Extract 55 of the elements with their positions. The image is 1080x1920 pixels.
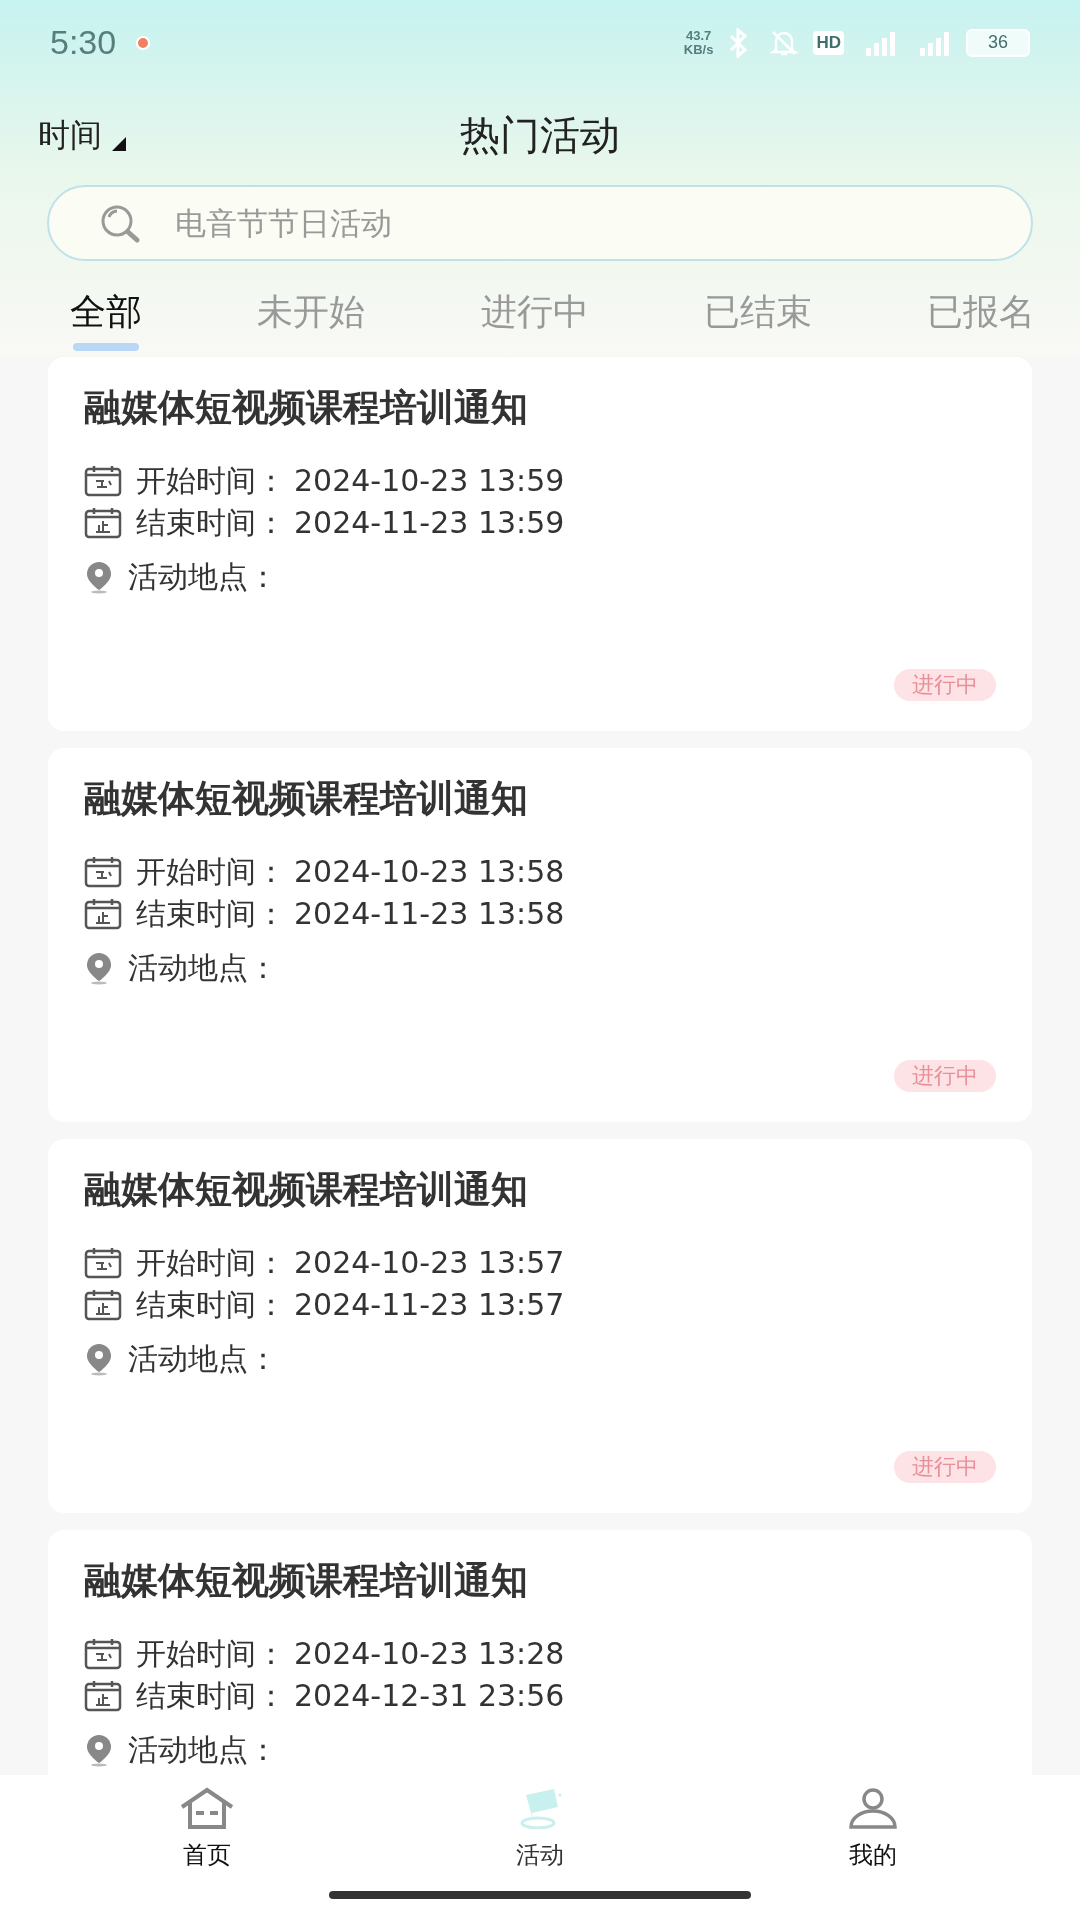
calendar-start-icon [84,856,122,888]
date-value: 2024-11-23 13:59 [294,504,565,542]
date-value: 2024-12-31 23:56 [294,1677,565,1715]
status-time: 5:30 [50,22,117,63]
field-label: 结束时间： [136,1677,286,1715]
date-value: 2024-10-23 13:57 [294,1244,565,1282]
date-value: 2024-11-23 13:57 [294,1286,565,1324]
date-value: 2024-10-23 13:28 [294,1635,565,1673]
time-filter[interactable]: 时间 [38,111,126,159]
search-field[interactable]: 电音节节日活动 [175,199,981,247]
calendar-end-icon [84,1680,122,1712]
field-label: 活动地点： [128,558,278,596]
activity-title: 融媒体短视频课程培训通知 [84,1167,529,1213]
date-value: 2024-10-23 13:59 [294,462,565,500]
location-pin-icon [84,1733,114,1767]
status-tag: 进行中 [894,1451,996,1483]
page-title: 热门活动 [460,111,620,160]
battery-icon: 36 [966,28,1030,57]
activity-title: 融媒体短视频课程培训通知 [84,1558,529,1604]
location-pin-icon [84,951,114,985]
field-label: 结束时间： [136,504,286,542]
activity-title: 融媒体短视频课程培训通知 [84,385,529,431]
field-label: 活动地点： [128,949,278,987]
field-label: 开始时间： [136,1635,286,1673]
nav-tab[interactable]: 首页 [106,1787,307,1873]
notification-icon [136,35,151,50]
house-icon [178,1787,235,1829]
field-label: 结束时间： [136,1286,286,1324]
field-label: 结束时间： [136,895,286,933]
search-bar[interactable]: 电音节节日活动 [47,185,1033,261]
calendar-start-icon [84,1247,122,1279]
caret-icon [112,137,126,151]
nav-tab[interactable]: 活动 [440,1787,640,1873]
field-label: 活动地点： [128,1340,278,1378]
activity-title: 融媒体短视频课程培训通知 [84,776,529,822]
calendar-end-icon [84,1289,122,1321]
field-label: 开始时间： [136,462,286,500]
field-label: 开始时间： [136,1244,286,1282]
date-value: 2024-11-23 13:58 [294,895,565,933]
date-value: 2024-10-23 13:58 [294,853,565,891]
calendar-end-icon [84,507,122,539]
hd-icon: HD [813,30,844,55]
filter-tab[interactable]: 全部 [70,275,142,355]
location-pin-icon [84,560,114,594]
nav-tab[interactable]: 我的 [773,1787,974,1873]
field-label: 开始时间： [136,853,286,891]
calendar-end-icon [84,898,122,930]
status-tag: 进行中 [894,669,996,701]
calendar-start-icon [84,465,122,497]
bluetooth-icon [727,27,750,58]
calendar-start-icon [84,1638,122,1670]
location-pin-icon [84,1342,114,1376]
status-tag: 进行中 [894,1060,996,1092]
network-speed: 43.7 KB/s [683,28,714,57]
field-label: 活动地点： [128,1731,278,1769]
